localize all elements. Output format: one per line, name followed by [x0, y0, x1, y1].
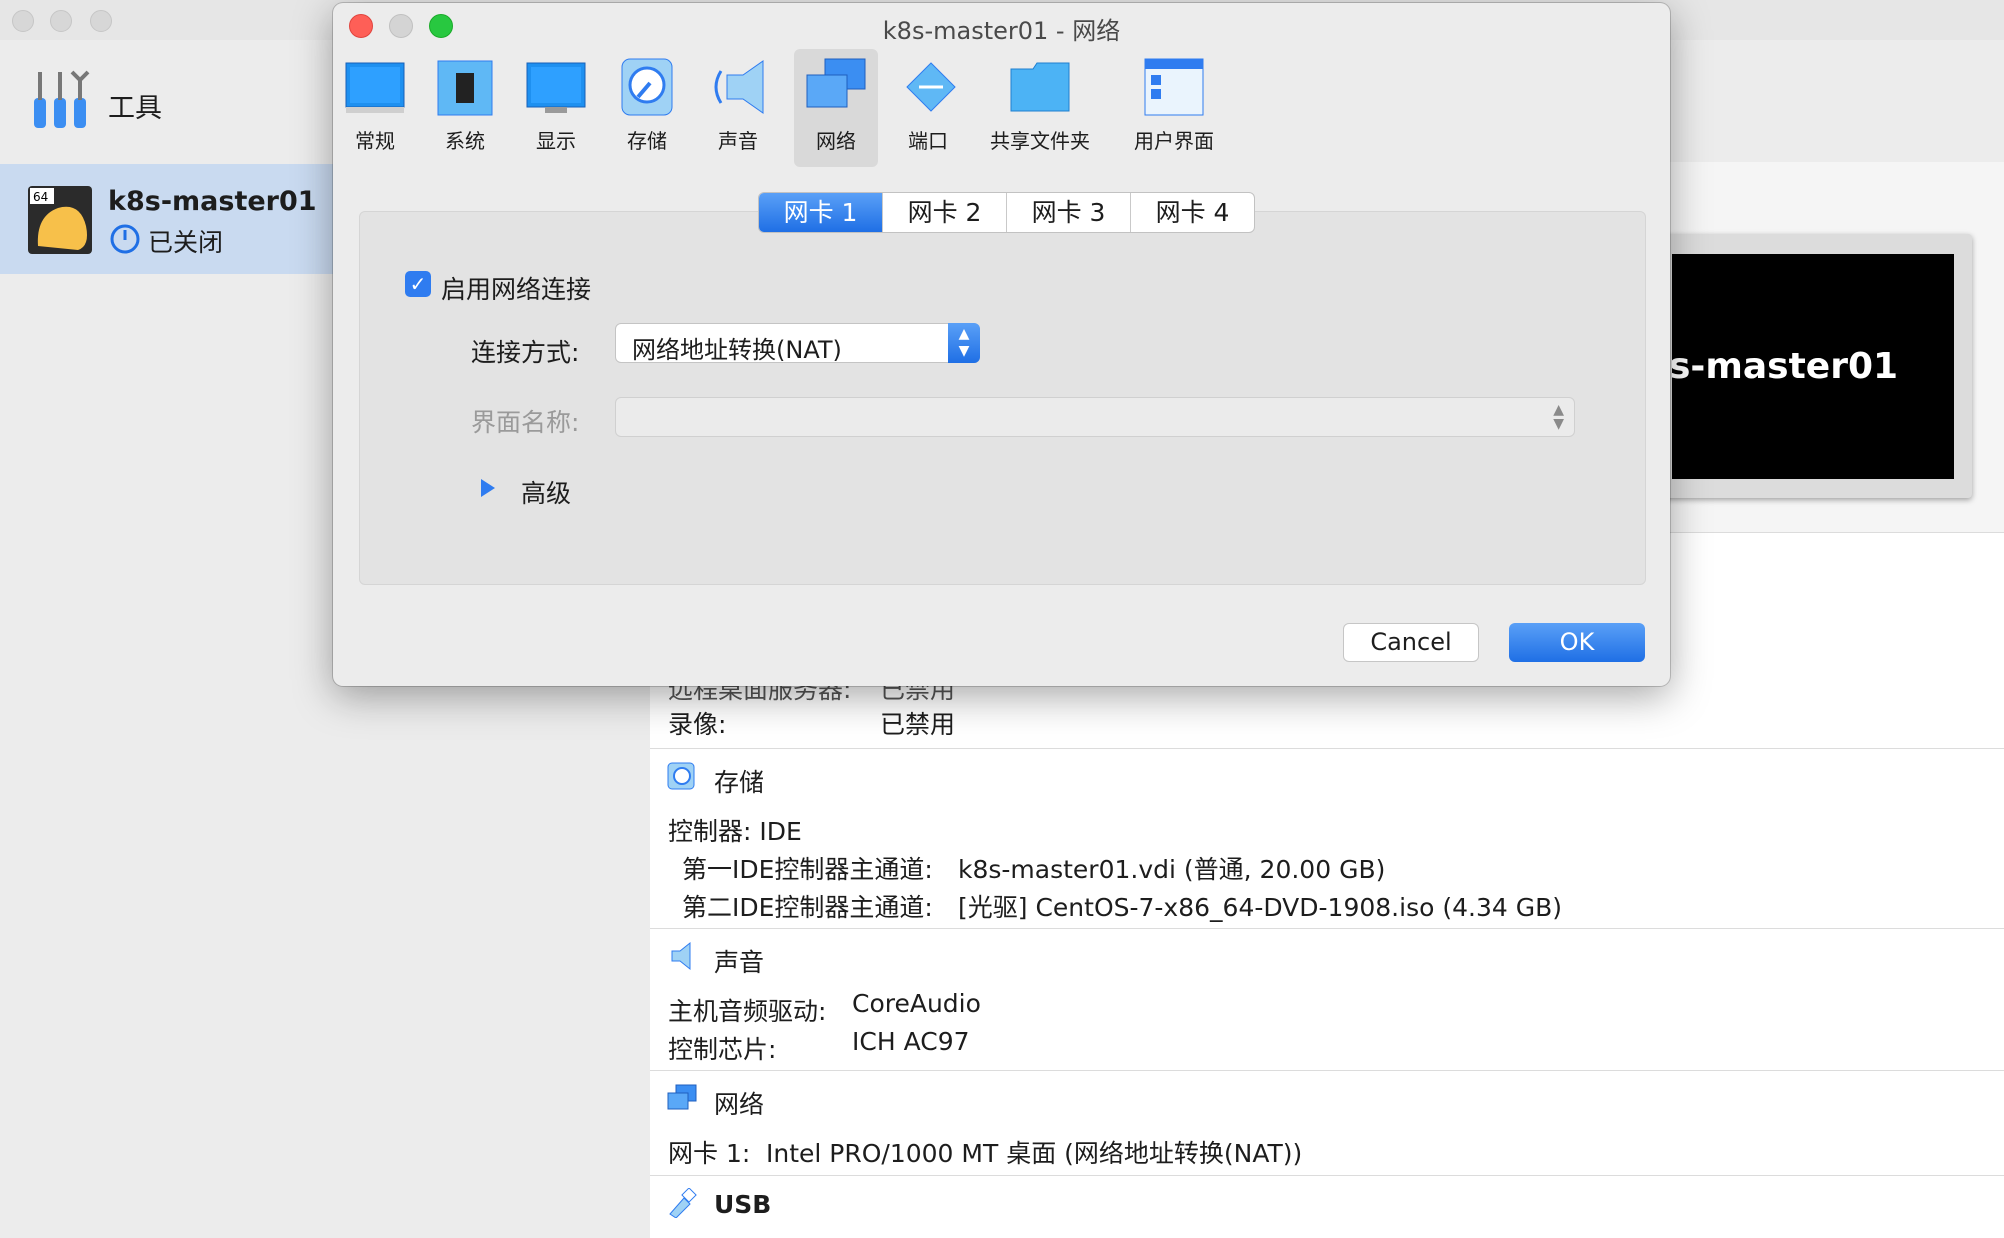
enable-adapter-checkbox[interactable]: ✓: [405, 271, 431, 297]
network-icon: [806, 58, 866, 108]
vm-name: k8s-master01: [108, 186, 317, 217]
network-title: 网络: [714, 1090, 765, 1119]
usb-section-header[interactable]: USB: [650, 1175, 2004, 1234]
toolbar-network-label: 网络: [816, 129, 856, 153]
storage-section-header[interactable]: 存储: [650, 748, 2004, 807]
attached-to-select[interactable]: 网络地址转换(NAT) ▲ ▼: [615, 323, 980, 364]
enable-adapter-label: 启用网络连接: [441, 275, 592, 304]
storage-primary-label: 第一IDE控制器主通道:: [682, 855, 933, 884]
storage-secondary-label: 第二IDE控制器主通道:: [682, 893, 933, 922]
ports-icon: [906, 62, 956, 112]
storage-title: 存储: [714, 768, 765, 797]
tab-adapter-4[interactable]: 网卡 4: [1131, 193, 1254, 232]
tab-adapter-1[interactable]: 网卡 1: [759, 193, 883, 232]
ok-button[interactable]: OK: [1509, 623, 1645, 662]
interface-name-select: ▲ ▼: [615, 397, 1575, 437]
audio-icon: [671, 941, 691, 971]
toolbar-audio[interactable]: 声音: [698, 49, 778, 167]
tab-adapter-2[interactable]: 网卡 2: [883, 193, 1007, 232]
usb-title: USB: [714, 1190, 772, 1219]
toolbar-network[interactable]: 网络: [794, 49, 878, 167]
chevron-up-down-icon: ▲ ▼: [1553, 402, 1564, 432]
toolbar-user-interface-label: 用户界面: [1134, 129, 1214, 153]
storage-icon: [621, 58, 673, 116]
audio-controller-value: ICH AC97: [852, 1027, 970, 1056]
usb-icon: [669, 1188, 697, 1218]
preview-screen: k8s-master01: [1672, 254, 1954, 479]
power-off-icon: [110, 224, 140, 254]
disclosure-triangle-icon[interactable]: [481, 479, 495, 497]
chevron-up-down-icon: ▲ ▼: [948, 323, 980, 363]
storage-primary-value: k8s-master01.vdi (普通, 20.00 GB): [958, 855, 1386, 884]
toolbar-ports-label: 端口: [908, 129, 948, 153]
cancel-button[interactable]: Cancel: [1343, 623, 1479, 662]
storage-secondary-value: [光驱] CentOS-7-x86_64-DVD-1908.iso (4.34 …: [958, 893, 1562, 922]
vm-state: 已关闭: [148, 228, 224, 257]
toolbar-display-label: 显示: [536, 129, 576, 153]
recording-value: 已禁用: [880, 710, 956, 739]
preview-text: k8s-master01: [1672, 346, 1899, 387]
toolbar-storage[interactable]: 存储: [607, 49, 687, 167]
network-section-header[interactable]: 网络: [650, 1070, 2004, 1129]
tab-adapter-3[interactable]: 网卡 3: [1007, 193, 1131, 232]
interface-name-label: 界面名称:: [471, 408, 580, 437]
storage-controller: 控制器: IDE: [668, 817, 802, 846]
display-icon: [526, 62, 586, 113]
toolbar-ports[interactable]: 端口: [888, 49, 968, 167]
audio-icon: [714, 60, 764, 114]
toolbar-system[interactable]: 系统: [425, 49, 505, 167]
adapter-tabs: 网卡 1 网卡 2 网卡 3 网卡 4: [758, 192, 1255, 233]
os-badge: 64: [33, 190, 48, 204]
toolbar-user-interface[interactable]: 用户界面: [1118, 49, 1230, 167]
toolbar-system-label: 系统: [445, 129, 485, 153]
tools-icon: [34, 70, 90, 128]
storage-icon: [667, 762, 695, 790]
toolbar-general[interactable]: 常规: [335, 49, 415, 167]
recording-label: 录像:: [668, 710, 727, 739]
toolbar-general-label: 常规: [355, 129, 395, 153]
toolbar-storage-label: 存储: [627, 129, 667, 153]
audio-title: 声音: [714, 948, 765, 977]
toolbar-shared-folders-label: 共享文件夹: [990, 129, 1090, 153]
dialog-title: k8s-master01 - 网络: [882, 17, 1121, 45]
audio-section-header[interactable]: 声音: [650, 928, 2004, 987]
advanced-toggle[interactable]: 高级: [521, 474, 571, 510]
general-icon: [345, 62, 405, 113]
audio-controller-label: 控制芯片:: [668, 1035, 777, 1064]
attached-to-value: 网络地址转换(NAT): [632, 336, 842, 364]
vm-os-icon: 64: [28, 186, 92, 254]
audio-driver-label: 主机音频驱动:: [668, 997, 827, 1026]
system-icon: [437, 60, 493, 116]
tools-label: 工具: [108, 93, 162, 124]
toolbar-display[interactable]: 显示: [516, 49, 596, 167]
network-adapter-value: Intel PRO/1000 MT 桌面 (网络地址转换(NAT)): [766, 1139, 1303, 1168]
toolbar-audio-label: 声音: [718, 129, 758, 153]
main-minimize-button[interactable]: [50, 10, 72, 32]
network-settings-dialog: k8s-master01 - 网络 常规 系统 显示 存储 声音 网络 端口 共…: [333, 3, 1670, 686]
user-interface-icon: [1144, 58, 1204, 116]
main-close-button[interactable]: [12, 10, 34, 32]
network-icon: [667, 1084, 697, 1110]
shared-folder-icon: [1010, 62, 1070, 112]
network-adapter-label: 网卡 1:: [668, 1139, 751, 1168]
audio-driver-value: CoreAudio: [852, 989, 981, 1018]
toolbar-shared-folders[interactable]: 共享文件夹: [980, 49, 1100, 167]
main-zoom-button[interactable]: [90, 10, 112, 32]
attached-to-label: 连接方式:: [471, 338, 580, 367]
